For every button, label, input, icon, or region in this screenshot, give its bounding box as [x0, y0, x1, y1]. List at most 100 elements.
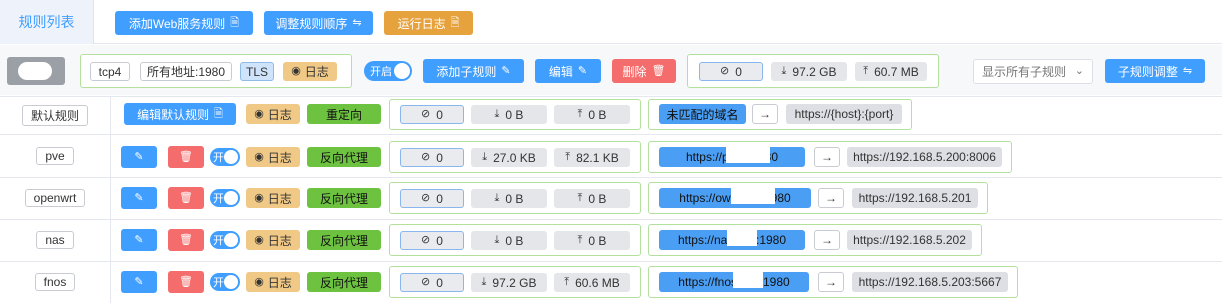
edit-default-label: 编辑默认规则 — [137, 107, 210, 122]
rule-enable-toggle[interactable]: 开 — [210, 231, 240, 249]
log-tag[interactable]: ◉ 日志 — [246, 147, 300, 167]
connections-stat: ⊘ 0 — [400, 105, 464, 124]
run-log-button[interactable]: 运行日志 🗎 — [384, 11, 473, 35]
document-icon: 🗎 — [450, 16, 460, 29]
connections-stat: ⊘ 0 — [400, 273, 464, 292]
trash-icon: 🗑 — [179, 191, 193, 204]
toggle-label: 开启 — [370, 66, 392, 78]
row-divider — [0, 261, 1222, 262]
default-rule-name-cell: 默认规则 — [0, 96, 110, 134]
rule-name-tag: pve — [36, 146, 74, 165]
connections-value: 0 — [735, 64, 742, 79]
rule-enable-toggle[interactable]: 开 — [210, 148, 240, 166]
eye-icon: ◉ — [254, 233, 264, 246]
upload-stat: ⤒ 0 B — [554, 189, 630, 208]
edit-rule-button[interactable]: ✎ — [121, 187, 157, 209]
reorder-rules-button[interactable]: 调整规则顺序 ⇋ — [264, 11, 373, 35]
download-value: 97.2 GB — [792, 64, 837, 79]
rule-enable-toggle[interactable]: 开 — [210, 273, 240, 291]
download-icon: ⤓ — [482, 151, 488, 163]
connections-value: 0 — [436, 107, 443, 122]
log-label: 日志 — [267, 150, 292, 165]
delete-rule-button[interactable]: 🗑 — [168, 229, 204, 251]
edit-rule-button[interactable]: ✎ — [121, 271, 157, 293]
download-icon: ⤓ — [494, 192, 500, 204]
link-icon: ⊘ — [421, 276, 431, 288]
rule-name-tag: openwrt — [24, 189, 86, 207]
log-tag[interactable]: ◉ 日志 — [246, 230, 300, 250]
download-icon: ⤓ — [494, 234, 500, 246]
edit-icon: ✎ — [134, 191, 144, 204]
download-stat: ⤓ 0 B — [471, 231, 547, 250]
edit-icon: ✎ — [501, 64, 511, 77]
run-log-label: 运行日志 — [397, 16, 446, 31]
link-icon: ⊘ — [720, 65, 730, 77]
rule-enable-toggle[interactable]: 开 — [210, 189, 240, 207]
toggle-label: 开 — [213, 277, 224, 289]
add-web-rule-button[interactable]: 添加Web服务规则 🗎 — [115, 11, 253, 35]
download-value: 0 B — [505, 233, 524, 248]
download-value: 97.2 GB — [492, 275, 537, 290]
toggle-label: 开 — [213, 235, 224, 247]
row-divider — [0, 134, 1222, 135]
adjust-sub-rules-button[interactable]: 子规则调整 ⇋ — [1105, 59, 1205, 83]
redacted-mask — [731, 188, 775, 204]
download-stat: ⤓ 0 B — [471, 105, 547, 124]
delete-rule-button[interactable]: 🗑 — [168, 146, 204, 168]
sub-rule-filter-select[interactable]: 显示所有子规则 ⌄ — [973, 59, 1093, 84]
eye-icon: ◉ — [254, 150, 264, 163]
log-label: 日志 — [267, 275, 292, 290]
log-tag[interactable]: ◉ 日志 — [246, 104, 300, 124]
rule-name-tag: 默认规则 — [21, 104, 88, 126]
delete-rule-button[interactable]: 🗑 — [168, 271, 204, 293]
arrow-right-icon: → — [814, 230, 840, 250]
trash-icon: 🗑 — [651, 64, 666, 77]
arrow-right-icon: → — [818, 272, 844, 292]
eye-icon: ◉ — [254, 107, 264, 120]
log-tag[interactable]: ◉ 日志 — [246, 188, 300, 208]
upload-icon: ⤒ — [577, 234, 583, 246]
edit-rule-button[interactable]: ✎ — [121, 146, 157, 168]
upload-icon: ⤒ — [565, 151, 571, 163]
add-sub-rule-button[interactable]: 添加子规则 ✎ — [423, 59, 524, 83]
eye-icon: ◉ — [254, 191, 264, 204]
upload-value: 82.1 KB — [576, 150, 619, 165]
connections-stat: ⊘ 0 — [400, 148, 464, 167]
add-file-icon: 🗎 — [230, 16, 240, 29]
match-source-tag: 未匹配的域名 — [659, 104, 746, 124]
log-tag[interactable]: ◉ 日志 — [246, 272, 300, 292]
toggle-knob — [224, 150, 238, 164]
trash-icon: 🗑 — [179, 150, 193, 163]
download-stat: ⤓ 97.2 GB — [771, 62, 847, 81]
log-label: 日志 — [267, 107, 292, 122]
target-tag: https://192.168.5.203:5667 — [852, 272, 1008, 292]
tab-rule-list[interactable]: 规则列表 — [0, 0, 94, 44]
edit-icon: ✎ — [577, 64, 588, 77]
connections-value: 0 — [436, 275, 443, 290]
upload-stat: ⤒ 60.7 MB — [855, 62, 927, 81]
edit-rule-button[interactable]: ✎ — [121, 229, 157, 251]
arrow-right-icon: → — [814, 147, 840, 167]
edit-listener-button[interactable]: 编辑 ✎ — [535, 59, 601, 83]
edit-icon: ✎ — [134, 150, 144, 163]
rule-name-tag: fnos — [34, 273, 76, 291]
toggle-knob — [224, 233, 238, 247]
log-tag[interactable]: ◉ 日志 — [283, 62, 337, 81]
eye-icon: ◉ — [291, 65, 301, 77]
toggle-knob — [224, 191, 238, 205]
listener-enable-toggle[interactable]: 开启 — [364, 61, 412, 81]
trash-icon: 🗑 — [179, 233, 193, 246]
log-label: 日志 — [304, 65, 329, 79]
sort-arrows-icon: ⇋ — [1182, 64, 1193, 77]
upload-icon: ⤒ — [564, 276, 570, 288]
connections-stat: ⊘ 0 — [699, 62, 763, 81]
delete-listener-button[interactable]: 删除 🗑 — [612, 59, 676, 83]
delete-rule-button[interactable]: 🗑 — [168, 187, 204, 209]
log-label: 日志 — [267, 233, 292, 248]
connections-value: 0 — [436, 233, 443, 248]
edit-default-rule-button[interactable]: 编辑默认规则 🗎 — [124, 103, 236, 125]
download-value: 0 B — [505, 191, 524, 206]
redacted-mask — [726, 147, 770, 163]
connections-value: 0 — [436, 191, 443, 206]
download-value: 0 B — [505, 107, 524, 122]
